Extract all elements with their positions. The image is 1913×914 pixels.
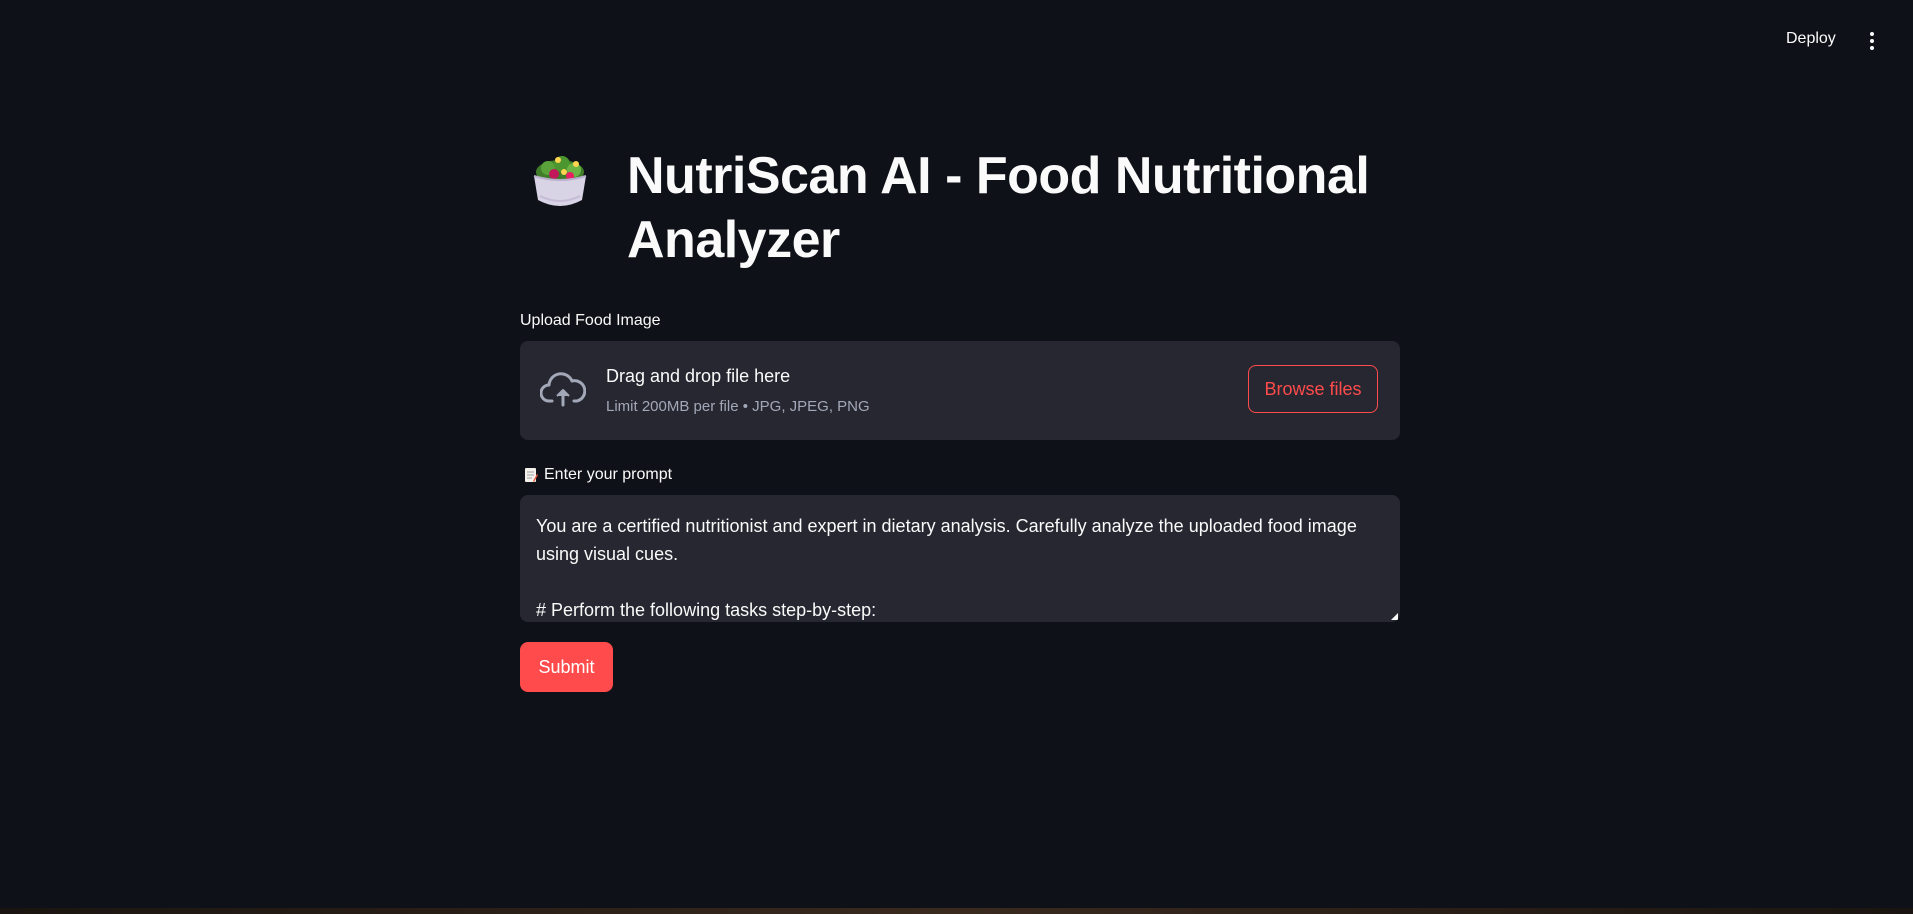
prompt-label: Enter your prompt (524, 466, 672, 484)
deploy-button[interactable]: Deploy (1786, 30, 1836, 48)
memo-icon (525, 468, 538, 482)
page-title: NutriScan AI - Food Nutritional Analyzer (627, 147, 1370, 269)
top-toolbar: Deploy (0, 0, 1913, 84)
prompt-textarea-value[interactable]: You are a certified nutritionist and exp… (536, 512, 1376, 622)
kebab-menu-icon[interactable] (1868, 32, 1876, 50)
salad-bowl-icon (533, 156, 587, 206)
prompt-label-text: Enter your prompt (544, 466, 673, 483)
dropzone-limit-text: Limit 200MB per file • JPG, JPEG, PNG (606, 398, 870, 415)
bottom-edge (0, 908, 1913, 914)
browse-files-button[interactable]: Browse files (1248, 365, 1378, 413)
cloud-upload-icon (540, 372, 586, 407)
prompt-textarea[interactable]: You are a certified nutritionist and exp… (520, 495, 1400, 622)
file-dropzone[interactable]: Drag and drop file here Limit 200MB per … (520, 341, 1400, 440)
dropzone-title: Drag and drop file here (606, 366, 791, 386)
upload-label: Upload Food Image (520, 312, 661, 329)
submit-button[interactable]: Submit (520, 642, 613, 692)
resize-handle[interactable] (1391, 613, 1398, 620)
